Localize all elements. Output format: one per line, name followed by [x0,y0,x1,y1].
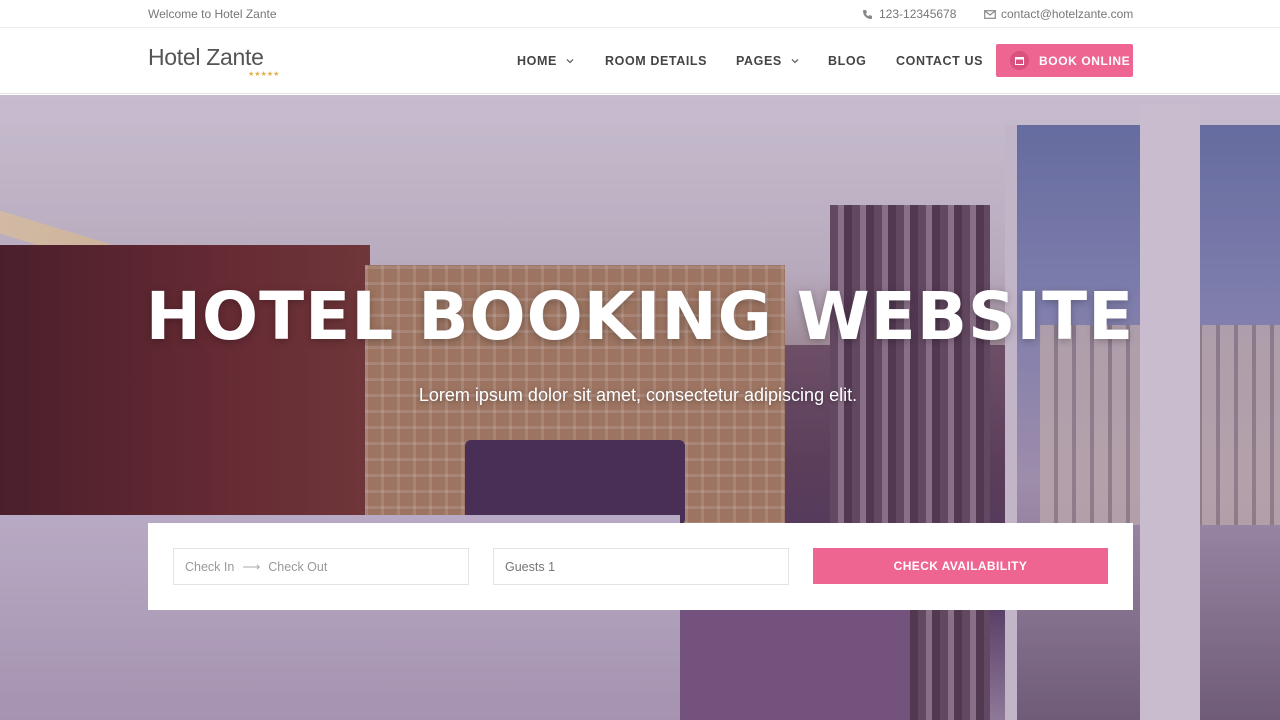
guests-select[interactable]: Guests 1 [493,548,789,585]
phone-contact[interactable]: 123-12345678 [862,7,956,21]
hero-subtitle: Lorem ipsum dolor sit amet, consectetur … [418,385,858,405]
check-out-placeholder: Check Out [268,559,328,574]
book-online-label: BOOK ONLINE [1039,53,1131,68]
booking-form: Check In ⟶ Check Out Guests 1 CHECK AVAI… [148,523,1133,610]
hero-banner: HOTEL BOOKING WEBSITE Lorem ipsum dolor … [0,95,1280,720]
chevron-down-icon [791,56,799,66]
envelope-icon [984,9,996,20]
nav-contact-us-label: CONTACT US [896,54,984,68]
phone-number: 123-12345678 [879,7,957,21]
logo-stars: ★★★★★ [248,71,280,78]
nav-room-details[interactable]: ROOM DETAILS [605,54,707,68]
welcome-text: Welcome to Hotel Zante [148,7,277,21]
arrow-right-icon: ⟶ [242,560,261,574]
chevron-down-icon [566,56,574,66]
check-availability-label: CHECK AVAILABILITY [893,559,1028,573]
check-availability-button[interactable]: CHECK AVAILABILITY [813,548,1108,584]
hero-overlay [0,95,1280,720]
email-contact[interactable]: contact@hotelzante.com [984,7,1133,21]
check-in-placeholder: Check In [185,559,235,574]
top-bar: Welcome to Hotel Zante 123-12345678 cont… [0,0,1280,28]
hero-title: HOTEL BOOKING WEBSITE [145,278,1135,355]
book-online-button[interactable]: BOOK ONLINE [996,44,1133,77]
nav-room-details-label: ROOM DETAILS [605,54,708,68]
calendar-icon [1010,51,1029,70]
nav-blog[interactable]: BLOG [828,54,867,68]
guests-value: Guests 1 [505,559,556,574]
nav-blog-label: BLOG [828,54,867,68]
nav-pages-label: PAGES [736,54,782,68]
nav-home-label: HOME [517,54,557,68]
email-address: contact@hotelzante.com [1001,7,1134,21]
site-logo[interactable]: Hotel Zante ★★★★★ [148,44,279,78]
phone-icon [862,9,873,20]
date-range-input[interactable]: Check In ⟶ Check Out [173,548,469,585]
nav-contact-us[interactable]: CONTACT US [896,54,983,68]
nav-home[interactable]: HOME [517,54,574,68]
site-header: Hotel Zante ★★★★★ HOME ROOM DETAILS PAGE… [0,28,1280,94]
nav-pages[interactable]: PAGES [736,54,799,68]
logo-text: Hotel Zante [148,44,264,70]
